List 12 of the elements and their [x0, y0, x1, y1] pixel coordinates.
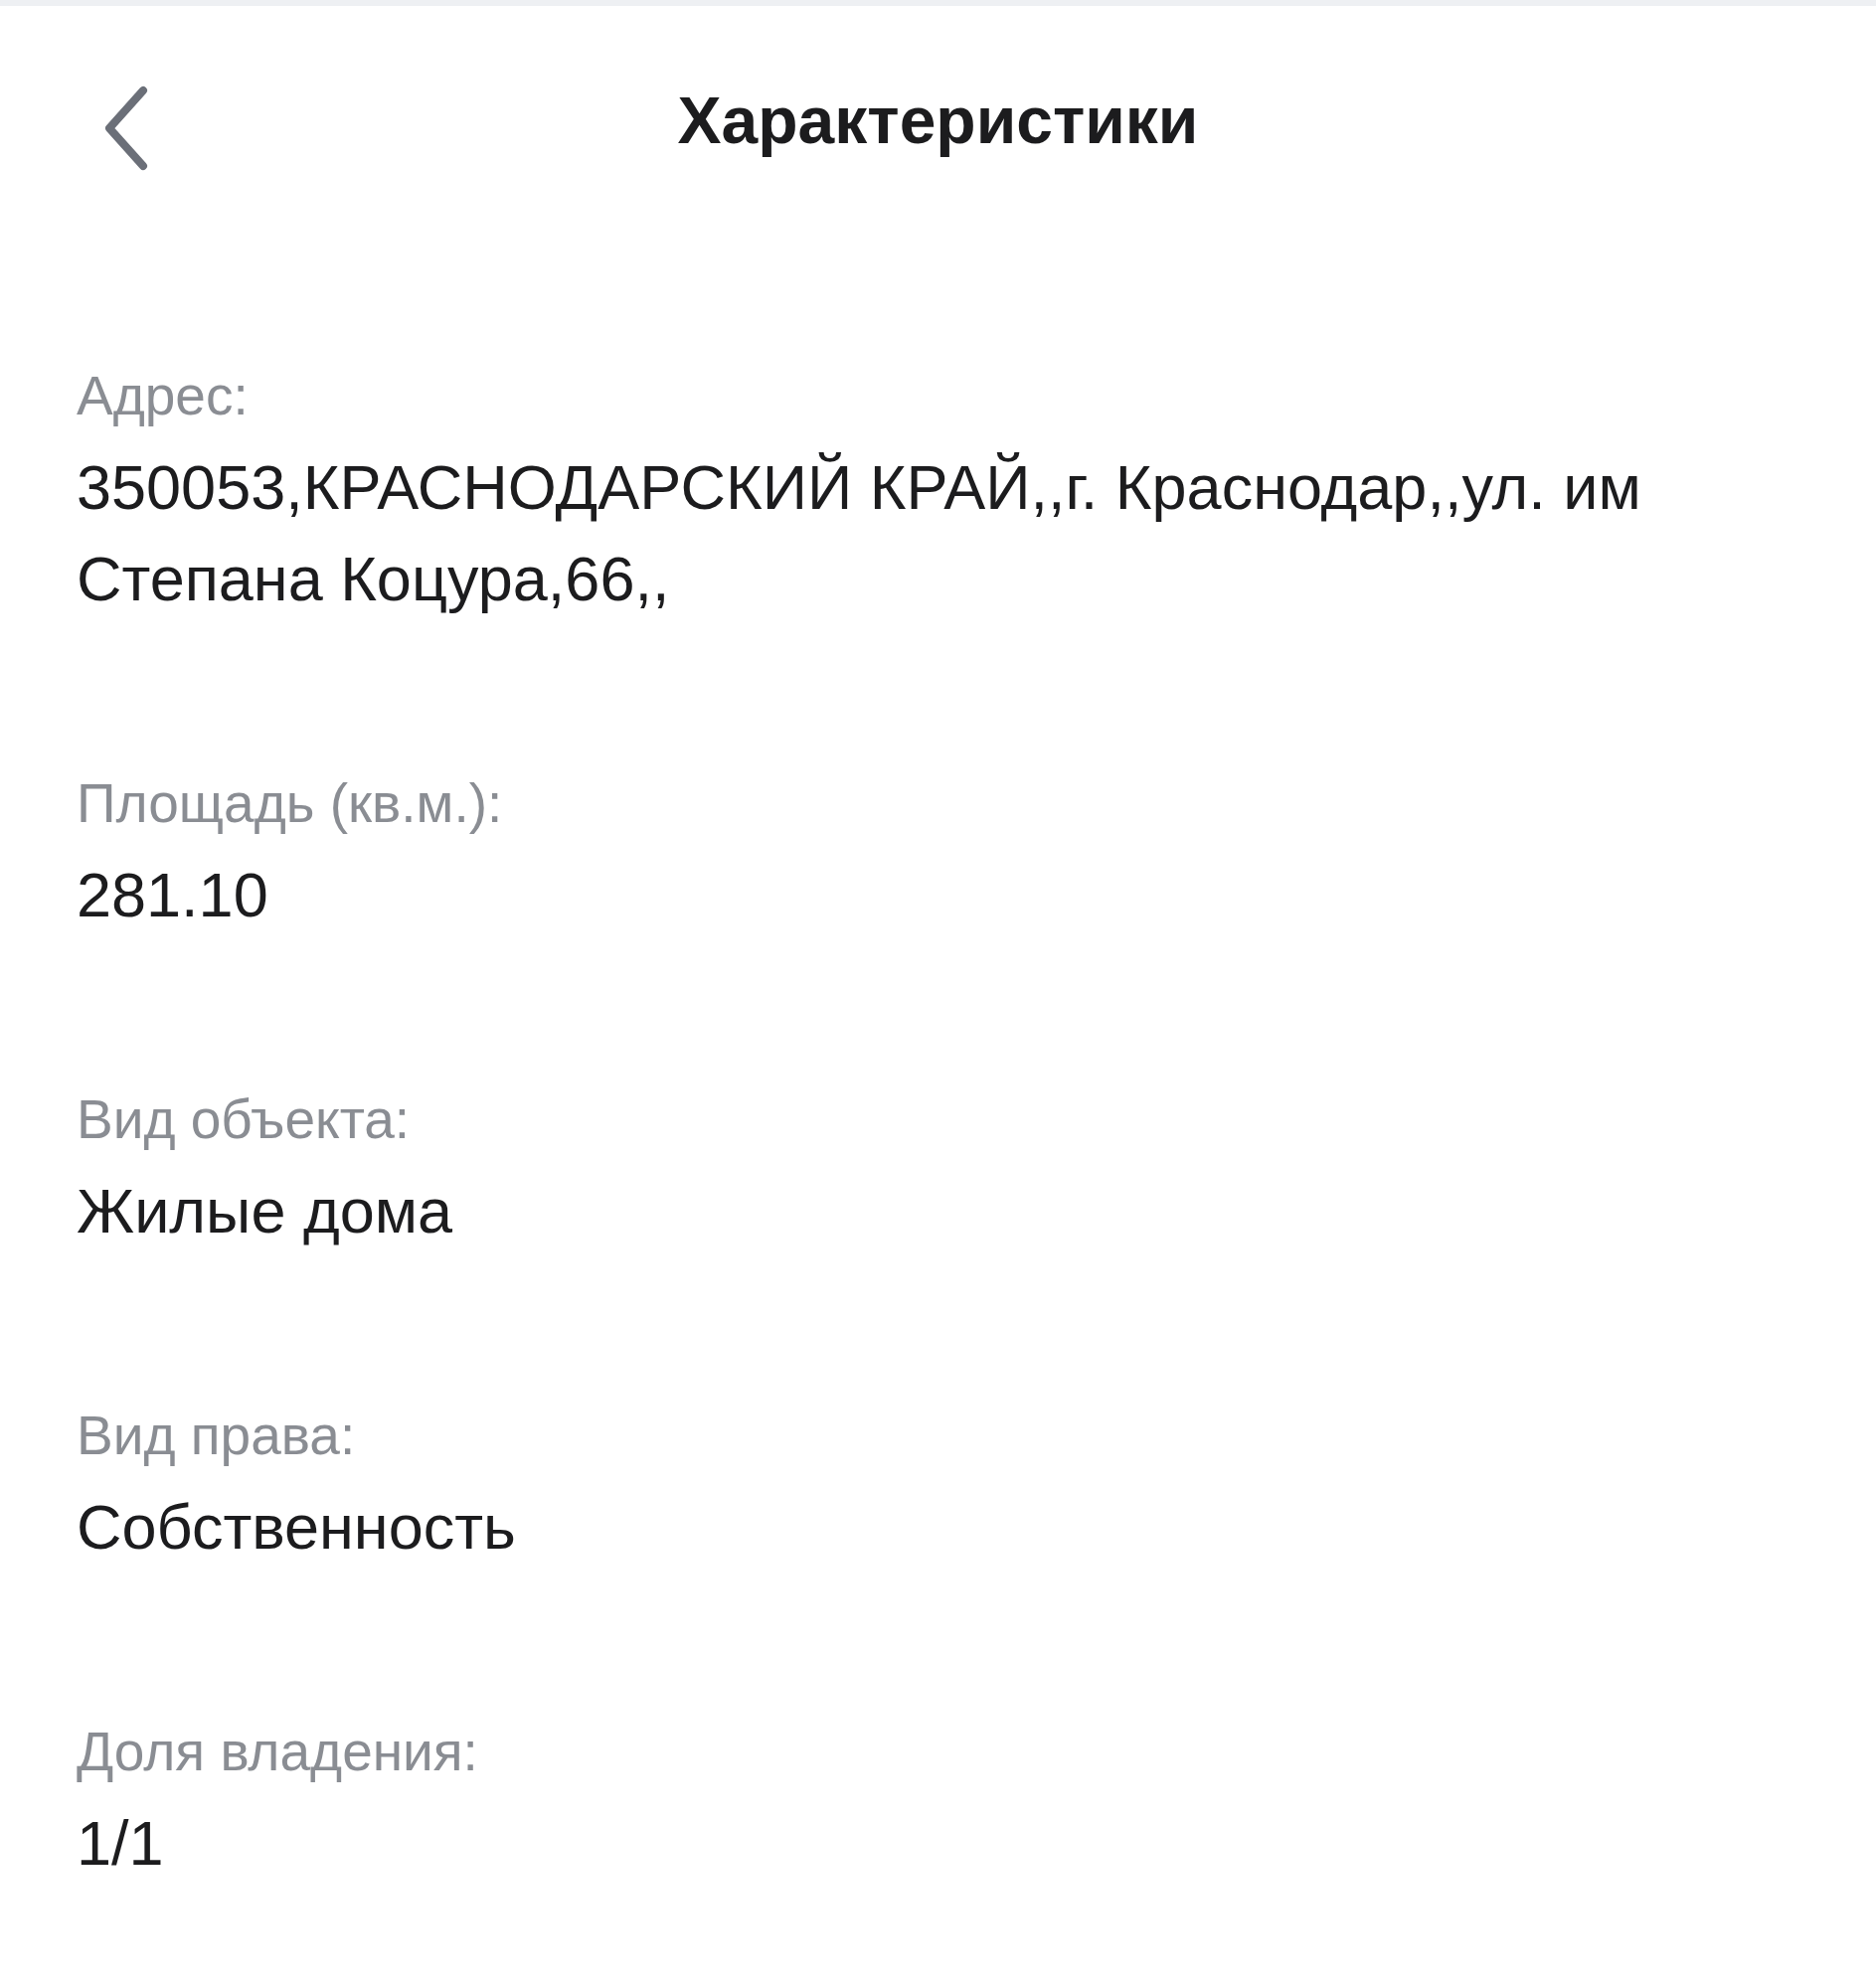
- chevron-left-icon: [103, 85, 149, 171]
- field-label: Адрес:: [77, 364, 250, 427]
- field-label: Доля владения:: [77, 1720, 479, 1783]
- page-title: Характеристики: [677, 83, 1199, 158]
- field-label: Вид права:: [77, 1404, 357, 1467]
- field-label: Вид объекта:: [77, 1087, 412, 1151]
- field-label: Площадь (кв.м.):: [77, 771, 504, 835]
- field-value: 1/1: [77, 1807, 165, 1880]
- field-value: Жилые дома: [77, 1175, 454, 1247]
- field-value: Собственность: [77, 1491, 517, 1564]
- field-value: 350053,КРАСНОДАРСКИЙ КРАЙ,,г. Краснодар,,ул. им Степана Коцура,66,,: [77, 451, 1642, 615]
- field-value: 281.10: [77, 859, 269, 931]
